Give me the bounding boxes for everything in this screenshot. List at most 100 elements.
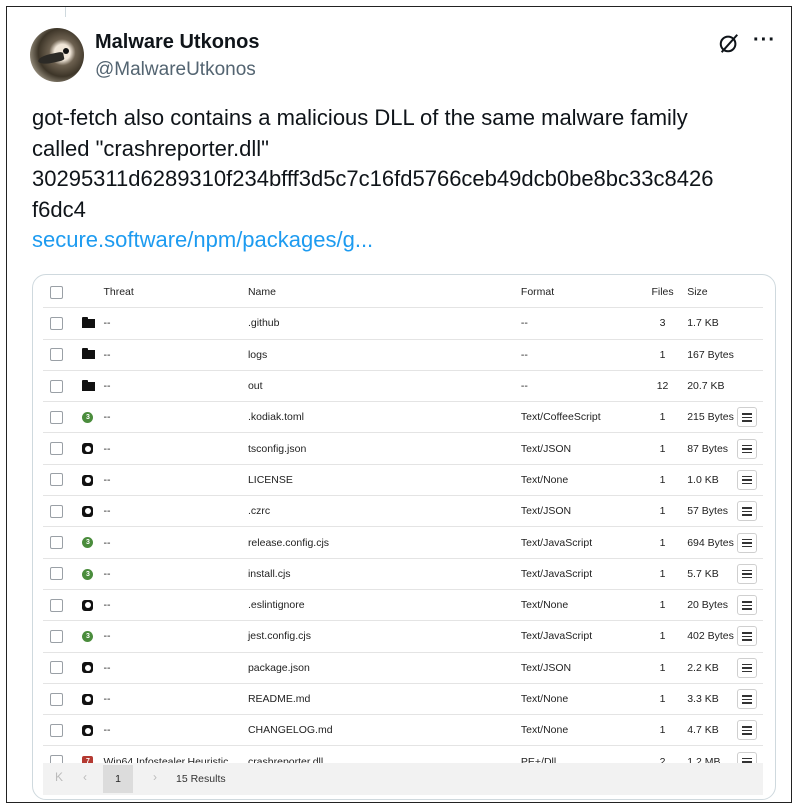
size-cell: 402 Bytes	[687, 630, 734, 643]
table-row[interactable]: -- .github -- 3 1.7 KB	[43, 308, 763, 340]
header-size[interactable]: Size	[687, 277, 737, 308]
size-cell: 4.7 KB	[687, 724, 719, 737]
avatar[interactable]	[30, 28, 84, 82]
row-menu-icon[interactable]	[737, 720, 758, 741]
threat-cell: --	[103, 724, 111, 737]
table-row[interactable]: -- LICENSE Text/None 1 1.0 KB	[43, 464, 763, 496]
row-menu-icon[interactable]	[737, 689, 758, 709]
threat-cell: --	[103, 380, 111, 393]
files-cell: 1	[659, 630, 666, 643]
more-options-icon[interactable]: ···	[753, 29, 776, 52]
name-cell[interactable]: .czrc	[248, 496, 521, 527]
format-cell: --	[520, 317, 528, 330]
row-checkbox[interactable]	[50, 692, 63, 706]
format-cell: Text/JSON	[520, 505, 572, 518]
user-handle[interactable]: @MalwareUtkonos	[95, 59, 256, 81]
table-row[interactable]: -- CHANGELOG.md Text/None 1 4.7 KB	[43, 715, 763, 746]
name-cell[interactable]: release.config.cjs	[248, 527, 521, 558]
table-row[interactable]: -- .czrc Text/JSON 1 57 Bytes	[43, 496, 763, 527]
pagination: K ‹ 1 › 15 Results	[43, 763, 763, 795]
table-row[interactable]: 3 -- release.config.cjs Text/JavaScript 1 694…	[43, 527, 763, 559]
next-page-button[interactable]: ›	[153, 770, 157, 784]
file-icon	[82, 599, 94, 611]
table-row[interactable]: -- README.md Text/None 1 3.3 KB	[43, 683, 763, 715]
format-cell: Text/JSON	[520, 442, 572, 455]
select-all-checkbox[interactable]	[50, 285, 63, 299]
file-icon	[82, 693, 94, 705]
files-cell: 1	[659, 473, 666, 486]
name-cell[interactable]: package.json	[248, 652, 521, 683]
row-checkbox[interactable]	[50, 598, 63, 612]
row-menu-icon[interactable]	[737, 501, 758, 522]
threat-cell: --	[103, 630, 111, 643]
row-checkbox[interactable]	[50, 536, 63, 550]
first-page-button[interactable]: K	[55, 770, 63, 784]
row-menu-icon[interactable]	[737, 563, 758, 584]
threat-cell: --	[103, 567, 111, 580]
row-checkbox[interactable]	[50, 379, 63, 393]
format-cell: --	[520, 348, 528, 361]
display-name[interactable]: Malware Utkonos	[95, 31, 259, 54]
format-cell: Text/CoffeeScript	[520, 411, 601, 424]
name-cell[interactable]: tsconfig.json	[248, 433, 521, 464]
table-row[interactable]: -- package.json Text/JSON 1 2.2 KB	[43, 652, 763, 684]
header-format[interactable]: Format	[521, 277, 638, 308]
header-threat[interactable]: Threat	[95, 277, 247, 308]
table-row[interactable]: -- tsconfig.json Text/JSON 1 87 Bytes	[43, 433, 763, 465]
current-page[interactable]: 1	[103, 765, 133, 793]
format-cell: Text/None	[520, 724, 569, 737]
row-menu-icon[interactable]	[737, 626, 758, 647]
header-name[interactable]: Name	[248, 277, 521, 308]
name-cell[interactable]: out	[248, 370, 521, 401]
name-cell[interactable]: LICENSE	[248, 464, 521, 495]
row-checkbox[interactable]	[50, 473, 63, 487]
tweet-link[interactable]: secure.software/npm/packages/g...	[32, 225, 792, 256]
row-checkbox[interactable]	[50, 567, 63, 581]
grok-icon[interactable]	[718, 32, 740, 54]
table-row[interactable]: -- logs -- 1 167 Bytes	[43, 339, 763, 371]
row-menu-icon[interactable]	[737, 407, 758, 428]
files-cell: 12	[656, 380, 669, 393]
name-cell[interactable]: .kodiak.toml	[248, 402, 521, 433]
row-menu-icon[interactable]	[737, 532, 758, 553]
row-checkbox[interactable]	[50, 723, 63, 737]
size-cell: 5.7 KB	[687, 567, 719, 580]
row-menu-icon[interactable]	[737, 595, 758, 616]
attached-image[interactable]: Threat Name Format Files Size -- .github -…	[32, 274, 776, 800]
row-menu-icon[interactable]	[737, 438, 758, 459]
table-row[interactable]: -- out -- 12 20.7 KB	[43, 370, 763, 402]
header-files[interactable]: Files	[638, 277, 687, 308]
name-cell[interactable]: jest.config.cjs	[248, 621, 521, 652]
size-cell: 20 Bytes	[687, 599, 729, 612]
results-count: 15 Results	[176, 773, 226, 785]
file-icon	[82, 443, 94, 455]
prev-page-button[interactable]: ‹	[83, 770, 87, 784]
file-icon	[82, 725, 94, 737]
file-table: Threat Name Format Files Size -- .github -…	[43, 277, 763, 778]
row-checkbox[interactable]	[50, 504, 63, 518]
table-row[interactable]: 3 -- install.cjs Text/JavaScript 1 5.7 KB	[43, 558, 763, 590]
table-row[interactable]: 3 -- .kodiak.toml Text/CoffeeScript 1 215 Byt…	[43, 402, 763, 433]
row-menu-icon[interactable]	[737, 657, 758, 678]
row-checkbox[interactable]	[50, 442, 63, 456]
files-cell: 1	[659, 442, 666, 455]
name-cell[interactable]: .eslintignore	[248, 589, 521, 620]
row-checkbox[interactable]	[50, 410, 63, 424]
table-row[interactable]: -- .eslintignore Text/None 1 20 Bytes	[43, 589, 763, 621]
threat-cell: --	[103, 411, 111, 424]
name-cell[interactable]: install.cjs	[248, 558, 521, 589]
files-cell: 1	[659, 661, 666, 674]
name-cell[interactable]: CHANGELOG.md	[248, 715, 521, 746]
table-row[interactable]: 3 -- jest.config.cjs Text/JavaScript 1 402 By…	[43, 621, 763, 653]
name-cell[interactable]: logs	[248, 339, 521, 370]
size-cell: 87 Bytes	[687, 442, 729, 455]
name-cell[interactable]: README.md	[248, 683, 521, 714]
row-checkbox[interactable]	[50, 629, 63, 643]
row-menu-icon[interactable]	[737, 469, 758, 490]
files-cell: 3	[659, 317, 666, 330]
row-checkbox[interactable]	[50, 316, 63, 330]
row-checkbox[interactable]	[50, 348, 63, 362]
row-checkbox[interactable]	[50, 661, 63, 675]
name-cell[interactable]: .github	[248, 308, 521, 339]
threat-cell: --	[103, 348, 111, 361]
